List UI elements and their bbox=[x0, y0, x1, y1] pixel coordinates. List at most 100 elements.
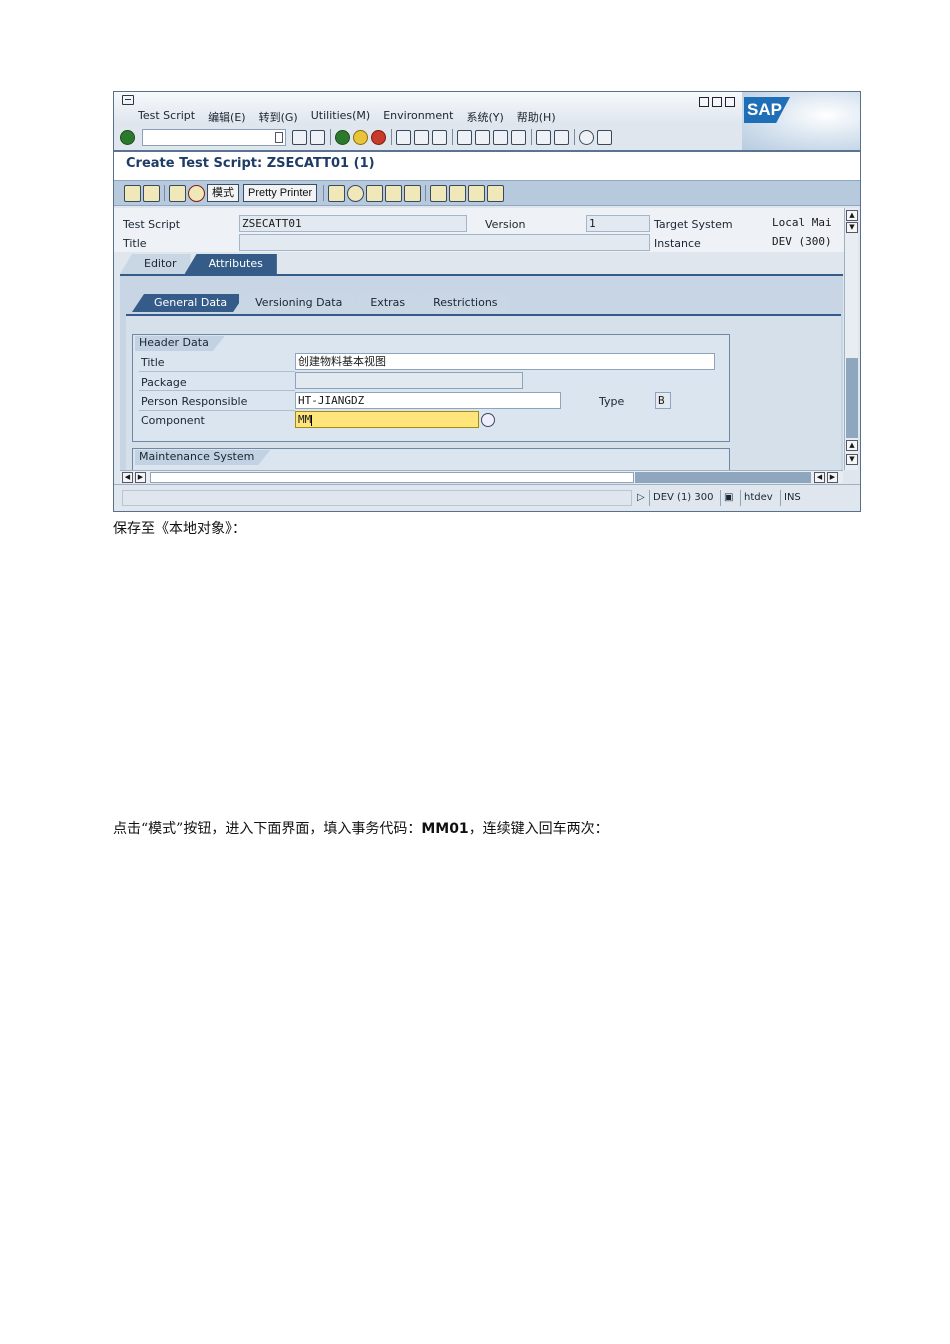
command-field[interactable] bbox=[142, 128, 286, 146]
attributes-panel: General Data Versioning Data Extras Rest… bbox=[120, 274, 843, 478]
package-label: Package bbox=[141, 376, 187, 389]
system-menu-icon[interactable] bbox=[122, 95, 134, 105]
scroll-up-icon[interactable]: ▲ bbox=[846, 440, 858, 451]
menu-item-environment[interactable]: Environment bbox=[383, 109, 453, 125]
print-icon[interactable] bbox=[396, 129, 411, 145]
status-popup-icon[interactable]: ▣ bbox=[720, 490, 738, 506]
vertical-scrollbar[interactable]: ▲ ▼ ▲ ▼ bbox=[844, 208, 858, 470]
next-page-icon[interactable] bbox=[493, 129, 508, 145]
save-icon[interactable] bbox=[310, 129, 325, 145]
scroll-down-icon[interactable]: ▼ bbox=[846, 454, 858, 465]
other-object-icon[interactable] bbox=[143, 184, 160, 202]
type-field: B bbox=[655, 392, 671, 409]
menu-item-system[interactable]: 系统(Y) bbox=[466, 109, 503, 125]
execute-icon[interactable] bbox=[366, 184, 384, 202]
pretty-printer-button[interactable]: Pretty Printer bbox=[243, 184, 318, 202]
structure-icon[interactable] bbox=[468, 184, 486, 202]
new-session-icon[interactable] bbox=[536, 129, 551, 145]
transaction-code: MM01 bbox=[421, 821, 469, 837]
sap-window: Test Script 编辑(E) 转到(G) Utilities(M) Env… bbox=[113, 91, 861, 512]
command-history-icon[interactable] bbox=[275, 131, 283, 143]
previous-page-icon[interactable] bbox=[475, 129, 490, 145]
title-field bbox=[239, 234, 650, 251]
instance-value: DEV (300) bbox=[772, 235, 832, 248]
tab-editor[interactable]: Editor bbox=[120, 254, 191, 274]
person-responsible-input[interactable]: HT-JIANGDZ bbox=[295, 392, 561, 409]
component-label: Component bbox=[141, 414, 205, 427]
stop-icon[interactable] bbox=[188, 184, 205, 202]
menu-item-help[interactable]: 帮助(H) bbox=[517, 109, 556, 125]
horizontal-scrollbar[interactable]: ◀ ▶ ◀ ▶ bbox=[120, 470, 843, 483]
mode-button[interactable]: 模式 bbox=[207, 184, 239, 202]
layout-menu-icon[interactable] bbox=[597, 129, 612, 145]
scroll-left-icon[interactable]: ◀ bbox=[122, 472, 133, 483]
check-icon[interactable] bbox=[347, 184, 365, 202]
value-help-icon[interactable] bbox=[481, 413, 495, 427]
pattern-icon[interactable] bbox=[328, 184, 346, 202]
scroll-down-icon[interactable]: ▼ bbox=[846, 222, 858, 233]
status-system: DEV (1) 300 bbox=[649, 490, 719, 506]
title-label: Title bbox=[123, 237, 147, 250]
tab-extras[interactable]: Extras bbox=[348, 294, 418, 312]
menu-item-edit[interactable]: 编辑(E) bbox=[208, 109, 246, 125]
shortcut-icon[interactable] bbox=[554, 129, 569, 145]
status-message bbox=[122, 490, 632, 506]
tabstrip-main: Editor Attributes bbox=[120, 254, 277, 275]
header-fields: Test Script ZSECATT01 Version 1 Target S… bbox=[114, 208, 844, 252]
enter-icon[interactable] bbox=[120, 129, 135, 145]
scroll-thumb[interactable] bbox=[635, 472, 811, 483]
first-page-icon[interactable] bbox=[457, 129, 472, 145]
minimize-icon[interactable] bbox=[699, 97, 709, 107]
tab-versioning-data[interactable]: Versioning Data bbox=[233, 294, 355, 312]
exit-icon[interactable] bbox=[353, 129, 368, 145]
back-icon[interactable] bbox=[335, 129, 350, 145]
title-label: Title bbox=[141, 356, 165, 369]
header-data-group: Header Data Title 创建物料基本视图 Package Perso… bbox=[132, 334, 730, 442]
menu-item-test-script[interactable]: Test Script bbox=[138, 109, 195, 125]
version-field: 1 bbox=[586, 215, 650, 232]
group-title: Header Data bbox=[135, 336, 225, 351]
tab-restrictions[interactable]: Restrictions bbox=[411, 294, 510, 312]
hierarchy-icon[interactable] bbox=[430, 184, 448, 202]
status-expand-icon[interactable]: ▷ bbox=[634, 490, 648, 506]
maximize-icon[interactable] bbox=[712, 97, 722, 107]
title-input[interactable]: 创建物料基本视图 bbox=[295, 353, 715, 370]
test-script-field: ZSECATT01 bbox=[239, 215, 467, 232]
tab-attributes[interactable]: Attributes bbox=[184, 254, 277, 274]
doc-line-2: 点击“模式”按钮，进入下面界面，填入事务代码：MM01，连续键入回车两次： bbox=[113, 818, 609, 838]
cancel-icon[interactable] bbox=[371, 129, 386, 145]
package-input[interactable] bbox=[295, 372, 523, 389]
paste-icon[interactable] bbox=[404, 184, 422, 202]
tabstrip-attributes: General Data Versioning Data Extras Rest… bbox=[132, 294, 510, 312]
scroll-up-icon[interactable]: ▲ bbox=[846, 210, 858, 221]
menu-items: Test Script 编辑(E) 转到(G) Utilities(M) Env… bbox=[138, 109, 556, 125]
application-toolbar: 模式 Pretty Printer bbox=[114, 180, 860, 206]
copy-icon[interactable] bbox=[385, 184, 403, 202]
scroll-right-icon[interactable]: ▶ bbox=[827, 472, 838, 483]
target-system-value: Local Mai bbox=[772, 216, 832, 229]
last-page-icon[interactable] bbox=[511, 129, 526, 145]
component-input[interactable]: MM bbox=[295, 411, 479, 428]
close-icon[interactable] bbox=[725, 97, 735, 107]
doc-line-1: 保存至《本地对象》： bbox=[113, 521, 246, 537]
tab-general-data[interactable]: General Data bbox=[132, 294, 240, 312]
menu-item-utilities[interactable]: Utilities(M) bbox=[311, 109, 370, 125]
find-icon[interactable] bbox=[414, 129, 429, 145]
menu-item-goto[interactable]: 转到(G) bbox=[259, 109, 298, 125]
scroll-right-icon[interactable]: ▶ bbox=[135, 472, 146, 483]
sap-logo: SAP bbox=[744, 97, 790, 123]
doc-line-2-prefix: 点击“模式”按钮，进入下面界面，填入事务代码： bbox=[113, 821, 422, 837]
find-next-icon[interactable] bbox=[432, 129, 447, 145]
display-change-icon[interactable] bbox=[124, 184, 141, 202]
scroll-left-icon[interactable]: ◀ bbox=[814, 472, 825, 483]
edit-icon[interactable] bbox=[169, 184, 186, 202]
target-system-label: Target System bbox=[654, 218, 733, 231]
fullscreen-icon[interactable] bbox=[487, 184, 505, 202]
help-icon[interactable] bbox=[579, 129, 594, 145]
status-bar: ▷ DEV (1) 300 ▣ htdev INS bbox=[114, 484, 860, 511]
back-arrow-icon[interactable] bbox=[292, 129, 307, 145]
scroll-thumb[interactable] bbox=[846, 358, 858, 438]
scroll-track[interactable] bbox=[150, 472, 634, 483]
general-data-panel: Header Data Title 创建物料基本视图 Package Perso… bbox=[126, 314, 841, 478]
split-screen-icon[interactable] bbox=[449, 184, 467, 202]
